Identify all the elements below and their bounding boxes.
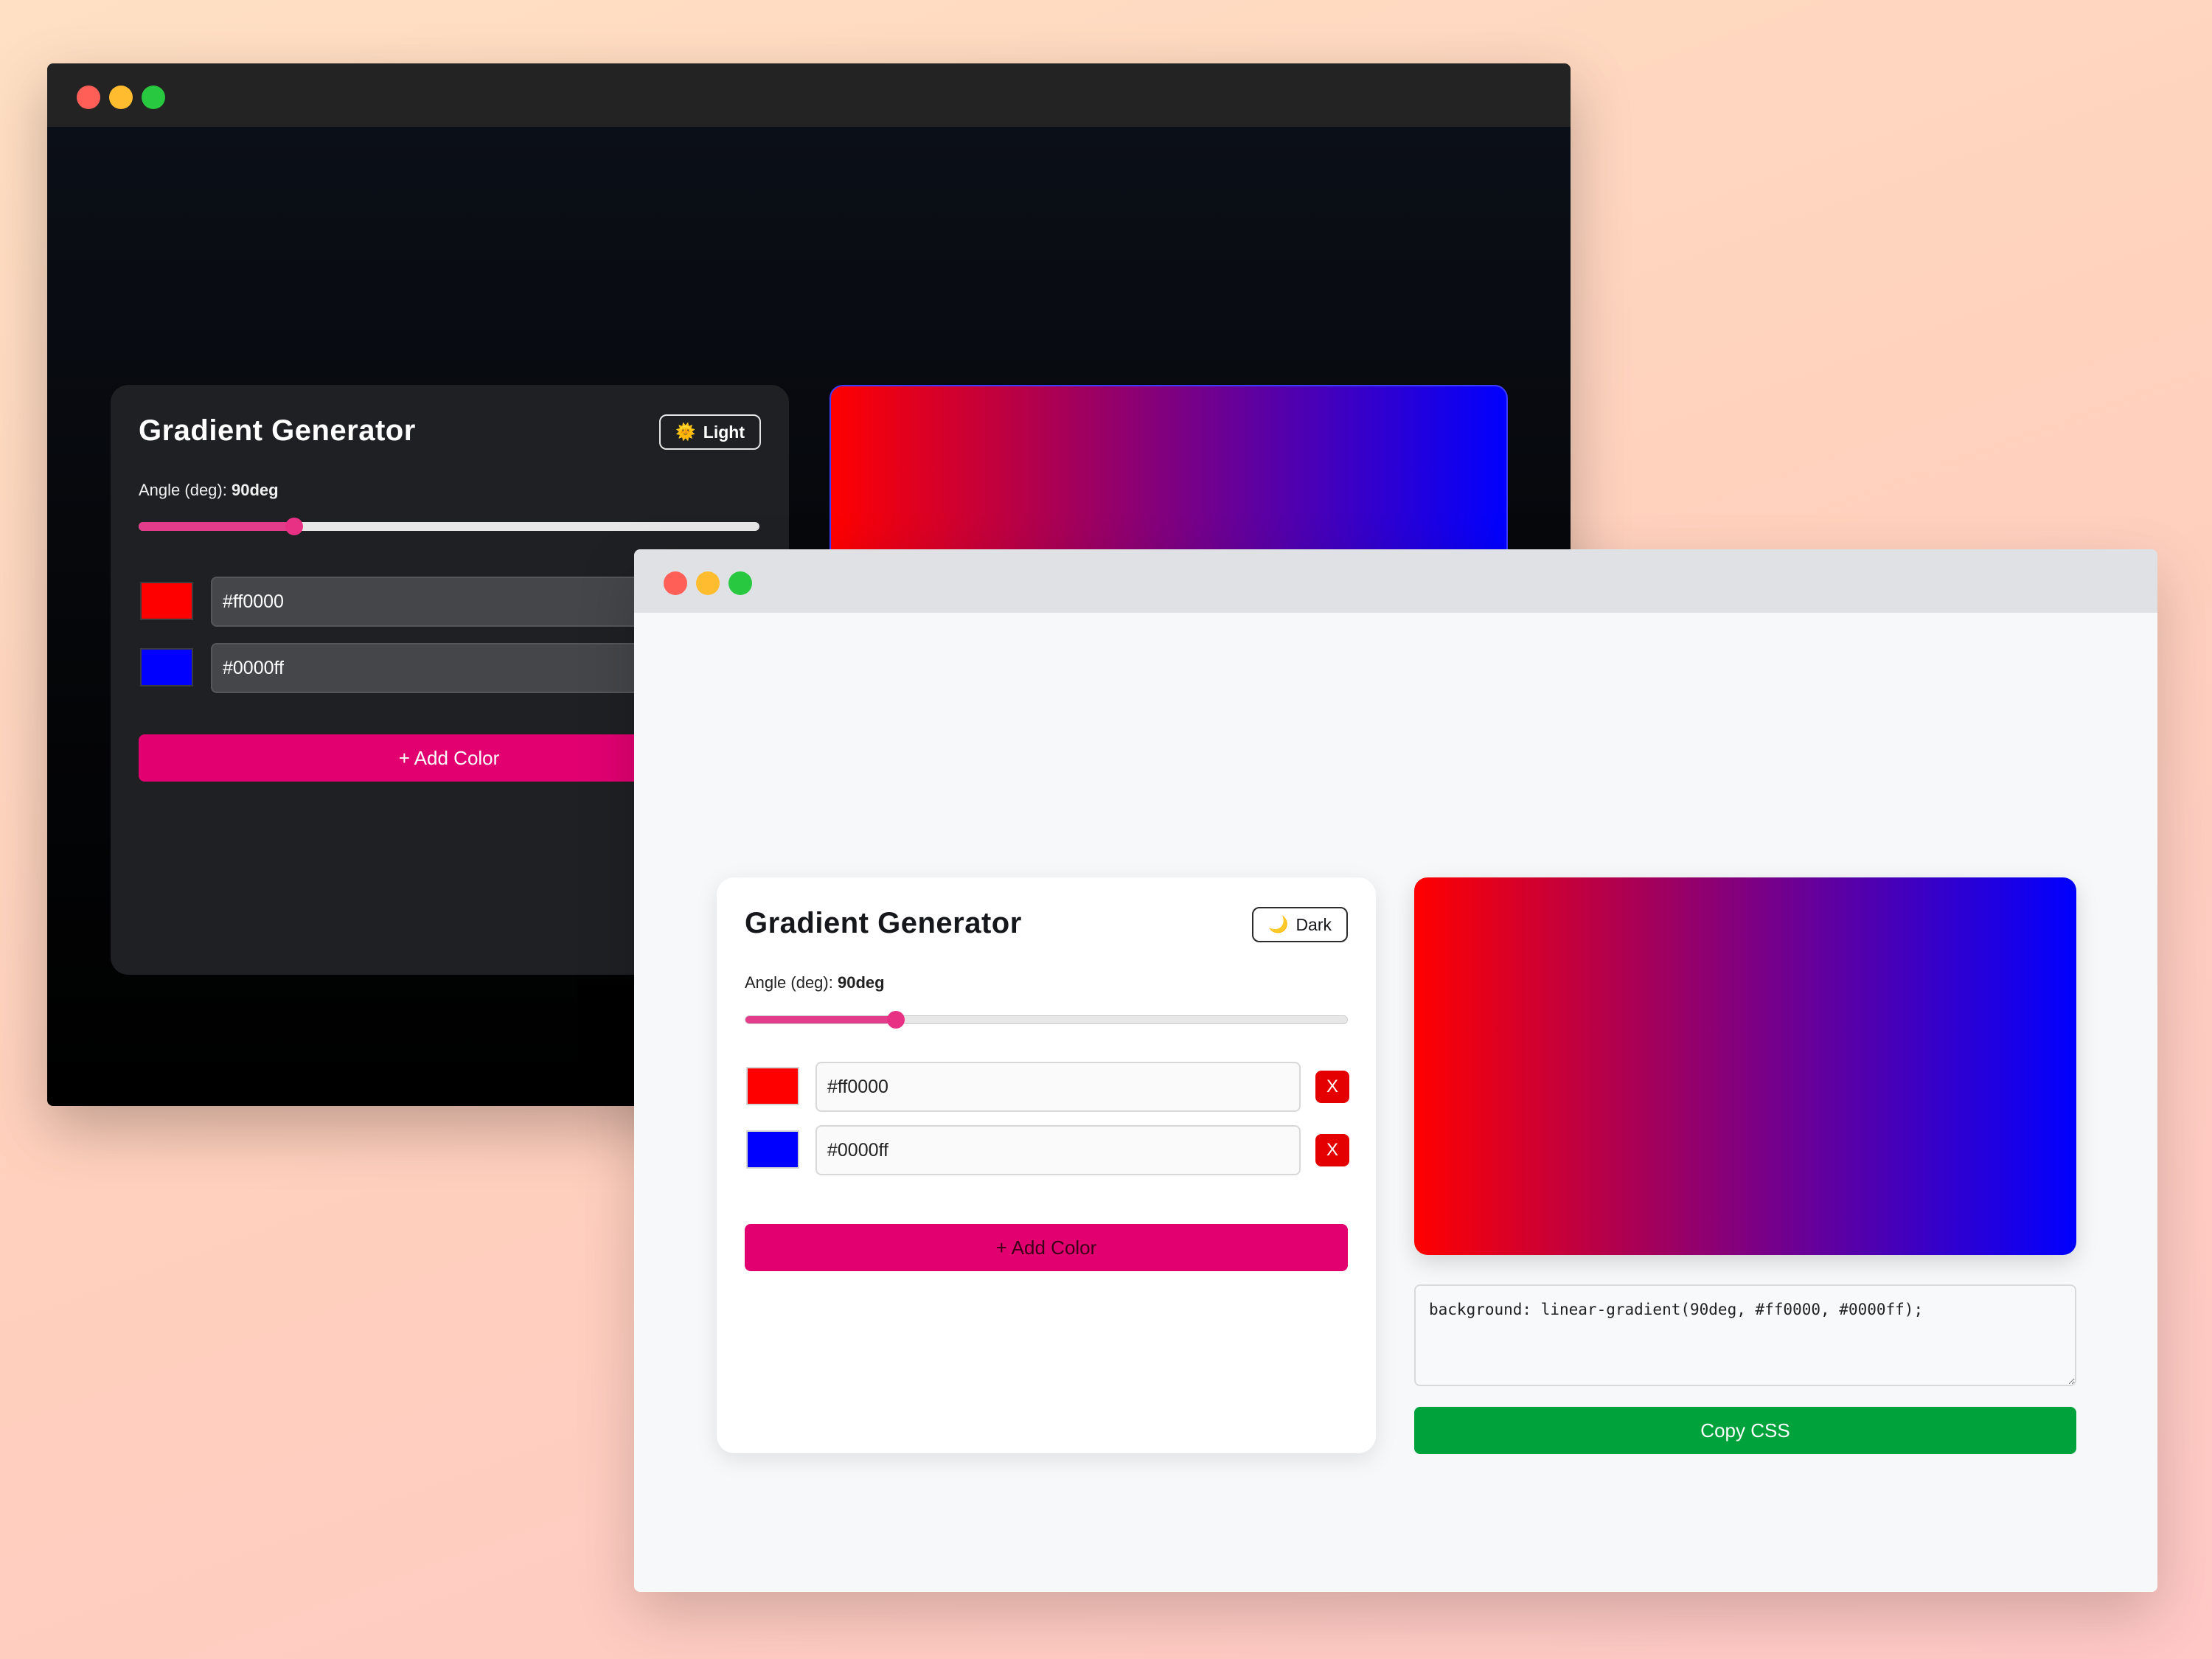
app-title: Gradient Generator [745, 907, 1022, 939]
angle-value: 90deg [231, 481, 279, 499]
hex-input[interactable] [815, 1062, 1301, 1112]
sun-icon: 🌞 [675, 422, 696, 441]
window-titlebar [47, 63, 1571, 127]
window-controls [77, 86, 165, 109]
close-window-button[interactable] [664, 571, 687, 595]
color-swatch[interactable] [140, 582, 193, 620]
css-output-textarea[interactable]: background: linear-gradient(90deg, #ff00… [1414, 1284, 2076, 1386]
minimize-window-button[interactable] [696, 571, 720, 595]
angle-slider[interactable] [139, 518, 759, 535]
angle-slider[interactable] [745, 1011, 1348, 1029]
angle-label: Angle (deg): 90deg [745, 973, 885, 992]
app-body: Gradient Generator 🌙 Dark Angle (deg): 9… [634, 613, 2157, 1592]
app-title: Gradient Generator [139, 414, 416, 447]
window-titlebar [634, 549, 2157, 613]
close-window-button[interactable] [77, 86, 100, 109]
angle-slider-fill [745, 1016, 896, 1023]
maximize-window-button[interactable] [728, 571, 752, 595]
angle-value: 90deg [837, 973, 885, 992]
theme-toggle-button[interactable]: 🌞 Light [659, 414, 761, 450]
angle-slider-thumb[interactable] [285, 518, 303, 535]
angle-label: Angle (deg): 90deg [139, 481, 279, 500]
remove-color-button[interactable]: X [1315, 1071, 1349, 1103]
theme-toggle-label: Light [703, 422, 745, 442]
moon-icon: 🌙 [1268, 915, 1289, 933]
hex-input[interactable] [815, 1125, 1301, 1175]
angle-label-text: Angle (deg): [139, 481, 232, 499]
controls-panel: Gradient Generator 🌙 Dark Angle (deg): 9… [717, 877, 1376, 1453]
angle-label-text: Angle (deg): [745, 973, 838, 992]
maximize-window-button[interactable] [142, 86, 165, 109]
minimize-window-button[interactable] [109, 86, 133, 109]
light-theme-window: Gradient Generator 🌙 Dark Angle (deg): 9… [634, 549, 2157, 1592]
color-swatch[interactable] [746, 1067, 799, 1105]
theme-toggle-button[interactable]: 🌙 Dark [1252, 907, 1348, 942]
copy-css-button[interactable]: Copy CSS [1414, 1407, 2076, 1454]
angle-slider-thumb[interactable] [887, 1011, 905, 1029]
color-swatch[interactable] [140, 648, 193, 686]
color-swatch[interactable] [746, 1130, 799, 1169]
gradient-preview [1414, 877, 2076, 1255]
theme-toggle-label: Dark [1295, 914, 1332, 934]
remove-color-button[interactable]: X [1315, 1134, 1349, 1166]
add-color-button[interactable]: + Add Color [745, 1224, 1348, 1271]
window-controls [664, 571, 752, 595]
angle-slider-fill [139, 522, 294, 531]
